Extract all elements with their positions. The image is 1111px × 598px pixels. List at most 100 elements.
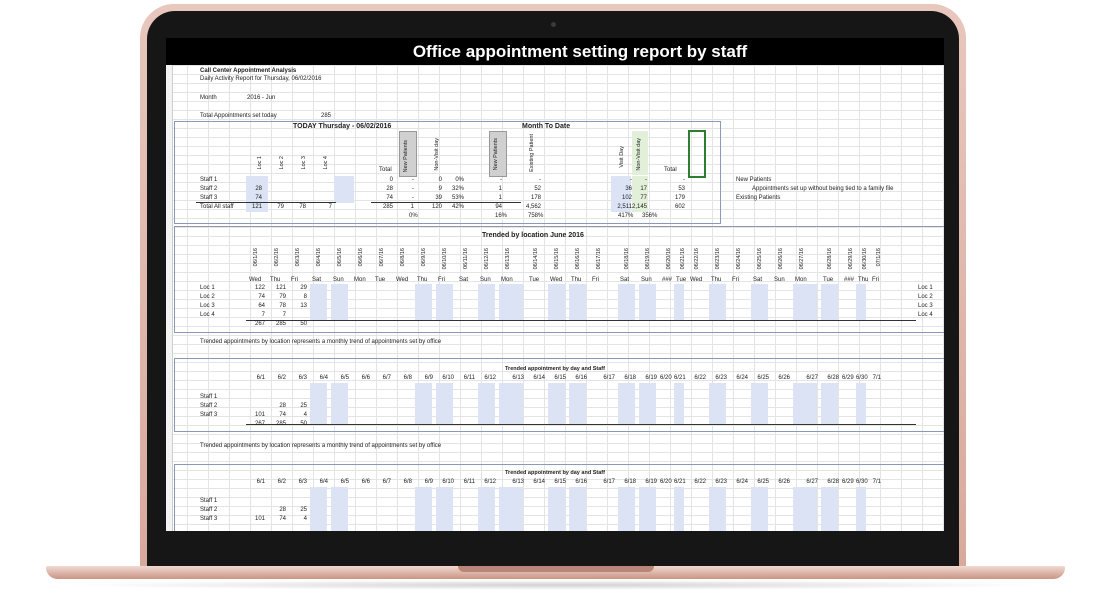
trend-day: Sat (753, 277, 763, 283)
staff-trend-date: 6/29 (842, 375, 854, 381)
trend-blue-column (821, 284, 838, 320)
trend-day: Wed (550, 277, 563, 283)
trend-day: Tue (823, 277, 834, 283)
today-cell: - (500, 177, 502, 183)
trend-total-line (246, 320, 916, 321)
col-loc1: Loc 1 (257, 156, 263, 170)
today-cell: 179 (674, 195, 685, 201)
trend-date: 06/27/16 (799, 248, 805, 270)
trend-cell: 29 (300, 285, 307, 291)
staff-trend-date-2: 6/1 (256, 479, 265, 485)
staff-trend-blue-column-2 (618, 487, 635, 531)
laptop-shadow (60, 580, 1050, 590)
staff-trend-blue-column (639, 383, 656, 424)
trend-date: 06/24/16 (736, 248, 742, 270)
trend-day: Mon (795, 277, 807, 283)
staff-trend-blue-column (415, 383, 432, 424)
row-header-strip (166, 38, 173, 531)
staff-trend-date-2: 6/22 (694, 479, 706, 485)
staff2-row-label: Staff 2 (200, 507, 218, 513)
trend-row-label: Loc 1 (200, 285, 215, 291)
trend-cell: 64 (258, 303, 265, 309)
today-cell: 0% (455, 177, 464, 183)
spreadsheet-screen[interactable]: Office appointment setting report by sta… (166, 38, 944, 531)
staff2-cell: 74 (279, 516, 286, 522)
trend-date: 07/1/16 (876, 248, 882, 267)
trend-day: Wed (396, 277, 409, 283)
trend-day: Sat (459, 277, 469, 283)
trend-row-label: Loc 2 (200, 294, 215, 300)
today-cell: 39 (435, 195, 442, 201)
mtd-heading: Month To Date (522, 123, 571, 130)
today-cell: 53 (678, 186, 685, 192)
staff-trend-date-2: 6/8 (403, 479, 412, 485)
trend-date: 06/15/16 (554, 248, 560, 270)
trend-date: 06/16/16 (575, 248, 581, 270)
today-cell: 1 (498, 186, 502, 192)
trend-day: Sun (641, 277, 652, 283)
trend-blue-column (499, 284, 523, 320)
staff-trend-date: 6/5 (340, 375, 349, 381)
staff-trend-blue-column (751, 383, 768, 424)
trend-blue-column (478, 284, 495, 320)
staff-trend-date: 6/4 (319, 375, 328, 381)
staff-trend-date-2: 6/15 (554, 479, 566, 485)
today-cell: 77 (640, 195, 647, 201)
today-cell: 28 (386, 186, 393, 192)
col-non-visit: Non-Visit day (434, 138, 440, 171)
selected-cell[interactable] (688, 130, 706, 178)
staff-trend-blue-column (618, 383, 635, 424)
staff2-row-label: Staff 3 (200, 516, 218, 522)
today-cell: 285 (382, 204, 393, 210)
staff-trend-date: 6/3 (298, 375, 307, 381)
trend-date: 06/28/16 (827, 248, 833, 270)
staff-trend-date-2: 6/28 (827, 479, 839, 485)
staff-trend-date: 7/1 (872, 375, 881, 381)
total-today-value[interactable]: 285 (321, 113, 331, 120)
staff-trend-blue-column (436, 383, 453, 424)
today-cell: 602 (674, 204, 685, 210)
today-cell: 79 (277, 204, 284, 210)
staff-trend-blue-column-2 (793, 487, 817, 531)
trend-day: Fri (438, 277, 445, 283)
trend-date: 06/1/16 (253, 248, 259, 267)
col-loc4: Loc 4 (323, 156, 329, 170)
staff2-cell: 28 (279, 507, 286, 513)
footer-mtd-pct1: 16% (495, 213, 508, 219)
staff-trend-date-2: 6/6 (361, 479, 370, 485)
col-loc3: Loc 3 (301, 156, 307, 170)
trend-cell: 121 (275, 285, 286, 291)
staff2-cell: 25 (300, 507, 307, 513)
staff-trend-date: 6/7 (382, 375, 391, 381)
col-visit-day: Visit Day (619, 146, 625, 168)
staff-trend-blue-column (310, 383, 327, 424)
trend-day: Mon (354, 277, 366, 283)
today-cell: 9 (438, 186, 442, 192)
trend-day: Thu (571, 277, 582, 283)
trend-date: 06/20/16 (666, 248, 672, 270)
trend-date: 06/9/16 (421, 248, 427, 267)
staff-cell: 74 (279, 412, 286, 418)
staff-trend-date-2: 6/13 (512, 479, 524, 485)
staff-trend-blue-column (548, 383, 565, 424)
staff-trend-date-2: 7/1 (872, 479, 881, 485)
today-cell: 28 (255, 186, 262, 192)
staff-trend-blue-column (569, 383, 586, 424)
today-cell: 94 (495, 204, 502, 210)
trend-date: 06/2/16 (274, 248, 280, 267)
today-cell: 78 (299, 204, 306, 210)
staff2-cell: 4 (303, 516, 307, 522)
trend-cell: 79 (279, 294, 286, 300)
staff-trend-date-2: 6/12 (484, 479, 496, 485)
trend-day: ### (844, 277, 855, 283)
staff-trend-date: 6/16 (575, 375, 587, 381)
staff-trend-date: 6/25 (757, 375, 769, 381)
trend-cell: 78 (279, 303, 286, 309)
trend-day: Tue (529, 277, 540, 283)
month-value[interactable]: 2016 - Jun (247, 95, 275, 102)
today-total-line (196, 202, 336, 203)
staff-trend-date-2: 6/18 (624, 479, 636, 485)
staff-trend-blue-column (821, 383, 838, 424)
staff-trend-date-2: 6/3 (298, 479, 307, 485)
org-name: Call Center Appointment Analysis (200, 68, 297, 74)
